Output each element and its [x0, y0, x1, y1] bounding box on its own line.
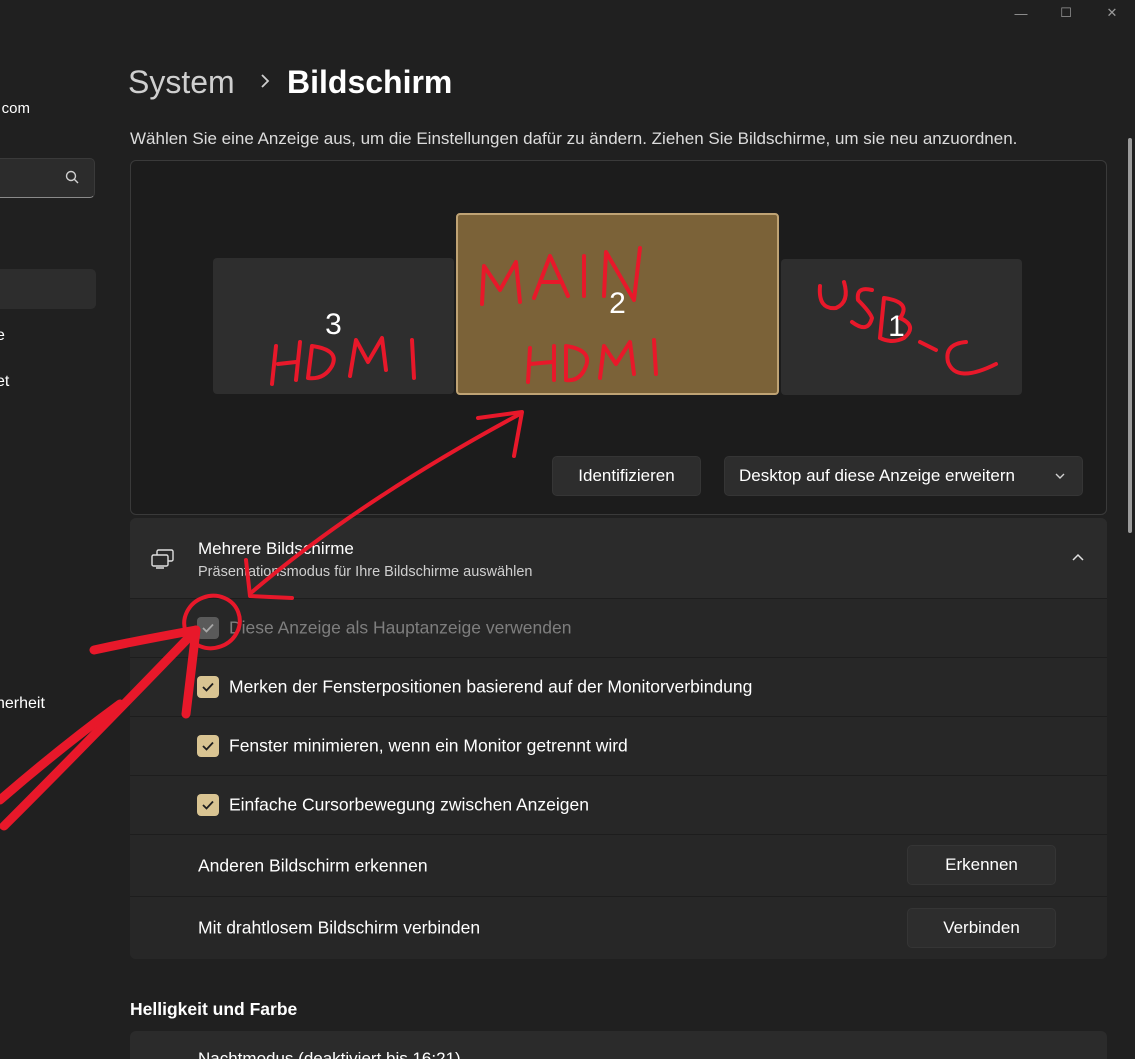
- monitor-number: 3: [325, 308, 342, 341]
- primary-display-checkbox[interactable]: [197, 617, 219, 639]
- checkmark-icon: [202, 800, 214, 810]
- chevron-up-icon[interactable]: [1071, 553, 1085, 563]
- page-title: Bildschirm: [287, 64, 453, 100]
- monitor-number: 1: [888, 310, 905, 343]
- detect-display-label: Anderen Bildschirm erkennen: [198, 855, 428, 875]
- scrollbar-thumb[interactable]: [1128, 138, 1132, 533]
- option-row-primary-display: Diese Anzeige als Hauptanzeige verwenden: [130, 598, 1107, 657]
- search-icon: [65, 170, 79, 184]
- monitor-number: 2: [609, 287, 626, 320]
- detect-display-row: Anderen Bildschirm erkennen Erkennen: [130, 834, 1107, 896]
- remember-positions-label: Merken der Fensterpositionen basierend a…: [229, 676, 753, 697]
- monitor-2-selected[interactable]: 2: [456, 213, 779, 395]
- wireless-display-row: Mit drahtlosem Bildschirm verbinden Verb…: [130, 896, 1107, 959]
- display-mode-value: Desktop auf diese Anzeige erweitern: [739, 466, 1015, 485]
- cursor-movement-label: Einfache Cursorbewegung zwischen Anzeige…: [229, 794, 589, 815]
- brightness-section-title: Helligkeit und Farbe: [130, 999, 298, 1019]
- checkmark-icon: [202, 623, 214, 633]
- minimize-windows-checkbox[interactable]: [197, 735, 219, 757]
- minimize-windows-label: Fenster minimieren, wenn ein Monitor get…: [229, 735, 628, 756]
- option-row-remember-positions: Merken der Fensterpositionen basierend a…: [130, 657, 1107, 716]
- checkmark-icon: [202, 741, 214, 751]
- option-row-minimize-windows: Fenster minimieren, wenn ein Monitor get…: [130, 716, 1107, 775]
- detect-button[interactable]: Erkennen: [907, 845, 1056, 885]
- display-mode-dropdown[interactable]: Desktop auf diese Anzeige erweitern: [724, 456, 1083, 496]
- primary-display-label: Diese Anzeige als Hauptanzeige verwenden: [229, 617, 572, 638]
- night-mode-label: Nachtmodus (deaktiviert bis 16:21): [198, 1049, 461, 1059]
- maximize-button[interactable]: ☐: [1043, 0, 1089, 26]
- multiple-displays-group: Mehrere Bildschirme Präsentationsmodus f…: [130, 518, 1107, 959]
- cursor-movement-checkbox[interactable]: [197, 794, 219, 816]
- close-button[interactable]: ✕: [1089, 0, 1135, 26]
- multiple-displays-subtitle: Präsentationsmodus für Ihre Bildschirme …: [198, 564, 533, 580]
- breadcrumb-system[interactable]: System: [128, 64, 235, 101]
- checkmark-icon: [202, 682, 214, 692]
- monitor-3[interactable]: 3: [213, 258, 454, 394]
- multiple-displays-title: Mehrere Bildschirme: [198, 539, 354, 558]
- connect-button[interactable]: Verbinden: [907, 908, 1056, 948]
- monitor-1[interactable]: 1: [781, 259, 1022, 395]
- display-arrangement-panel: 3 2 1 Identifizieren Desktop auf diese A…: [130, 160, 1107, 515]
- night-mode-card[interactable]: Nachtmodus (deaktiviert bis 16:21): [130, 1031, 1107, 1059]
- sidebar-item[interactable]: et: [0, 373, 9, 391]
- multiple-displays-icon: [151, 549, 174, 569]
- option-row-cursor-movement: Einfache Cursorbewegung zwischen Anzeige…: [130, 775, 1107, 834]
- wireless-display-label: Mit drahtlosem Bildschirm verbinden: [198, 917, 481, 938]
- remember-positions-checkbox[interactable]: [197, 676, 219, 698]
- chevron-down-icon: [1055, 473, 1065, 479]
- search-input[interactable]: [0, 158, 95, 198]
- sidebar-item-system[interactable]: [0, 269, 96, 309]
- minimize-button[interactable]: —: [998, 0, 1044, 26]
- chevron-right-icon: [261, 74, 270, 88]
- account-email: com: [1, 100, 30, 117]
- multiple-displays-header[interactable]: Mehrere Bildschirme Präsentationsmodus f…: [130, 518, 1107, 598]
- identify-button[interactable]: Identifizieren: [552, 456, 701, 496]
- sidebar-item[interactable]: e: [0, 327, 5, 345]
- sidebar-item[interactable]: herheit: [0, 695, 45, 713]
- arrangement-description: Wählen Sie eine Anzeige aus, um die Eins…: [130, 129, 1018, 148]
